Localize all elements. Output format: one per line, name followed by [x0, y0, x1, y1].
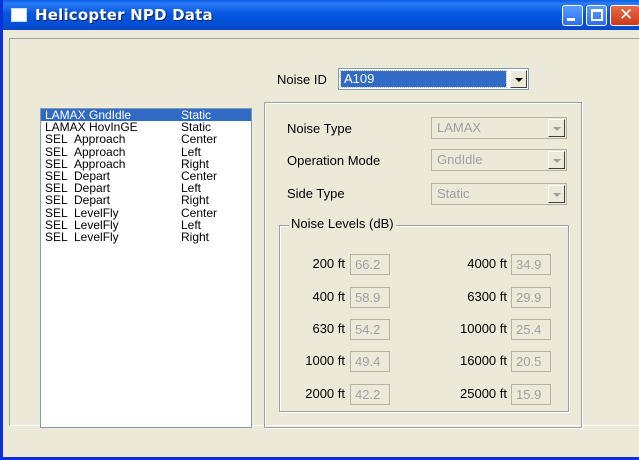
list-item-operation: LevelFly	[74, 229, 119, 244]
noise-level-field[interactable]: 20.5	[511, 351, 551, 372]
list-item-side: Left	[181, 217, 202, 232]
list-item-side: Center	[181, 132, 218, 147]
list-item-metric: SEL	[45, 229, 68, 244]
noise-id-dropdown[interactable]: A109	[338, 68, 529, 90]
list-item[interactable]: SEL Approach Left	[41, 146, 251, 158]
list-item-metric: SEL	[45, 217, 68, 232]
window-title: Helicopter NPD Data	[35, 6, 213, 24]
list-item-side: Static	[181, 108, 212, 122]
list-item-side: Left	[181, 181, 202, 196]
close-button[interactable]: ✕	[610, 5, 639, 26]
list-item-side: Right	[181, 156, 210, 171]
list-item[interactable]: SEL Depart Left	[41, 182, 251, 194]
minimize-button[interactable]	[562, 5, 583, 26]
minimize-icon	[567, 18, 575, 21]
npd-window: Helicopter NPD Data ✕ Noise ID A109 LAMA…	[0, 0, 639, 460]
chevron-down-icon	[548, 185, 565, 203]
maximize-button[interactable]	[586, 5, 607, 26]
list-item[interactable]: SEL Depart Center	[41, 170, 251, 182]
list-item-metric: SEL	[45, 144, 68, 159]
list-item-operation: LevelFly	[74, 217, 119, 232]
noise-level-field[interactable]: 29.9	[511, 287, 551, 308]
list-item-operation: Depart	[74, 168, 111, 183]
list-item-operation: Approach	[74, 156, 126, 171]
noise-level-field[interactable]: 15.9	[511, 384, 551, 405]
list-item-metric: SEL	[45, 181, 68, 196]
title-bar[interactable]: Helicopter NPD Data ✕	[3, 0, 639, 30]
noise-type-value: LAMAX	[437, 120, 482, 135]
chevron-down-icon[interactable]	[510, 70, 527, 88]
list-item-metric: SEL	[45, 205, 68, 220]
side-type-value: Static	[437, 186, 470, 201]
distance-label: 16000 ft	[460, 353, 507, 368]
distance-label: 10000 ft	[460, 321, 507, 336]
list-item-side: Left	[181, 144, 202, 159]
list-item[interactable]: SEL LevelFly Center	[41, 207, 251, 219]
distance-label: 400 ft	[312, 289, 345, 304]
list-item[interactable]: LAMAX HovInGE Static	[41, 121, 251, 133]
list-item-operation: GndIdle	[89, 108, 132, 122]
distance-label: 6300 ft	[467, 289, 507, 304]
list-item-metric: LAMAX	[45, 108, 86, 122]
noise-level-field[interactable]: 34.9	[511, 254, 551, 275]
operation-mode-value: GndIdle	[437, 152, 483, 167]
chevron-down-icon	[548, 151, 565, 169]
list-item-metric: LAMAX	[45, 120, 86, 135]
list-item-side: Center	[181, 168, 218, 183]
list-item-operation: HovInGE	[89, 120, 138, 135]
list-item-metric: SEL	[45, 168, 68, 183]
operation-mode-label: Operation Mode	[287, 153, 381, 168]
noise-level-field[interactable]: 49.4	[350, 351, 390, 372]
distance-label: 2000 ft	[305, 386, 345, 401]
list-item[interactable]: SEL LevelFly Left	[41, 219, 251, 231]
list-item[interactable]: SEL Approach Right	[41, 158, 251, 170]
distance-label: 4000 ft	[467, 256, 507, 271]
operation-mode-dropdown[interactable]: GndIdle	[431, 149, 567, 171]
distance-label: 1000 ft	[305, 353, 345, 368]
noise-id-label: Noise ID	[277, 72, 327, 87]
noise-id-value: A109	[340, 70, 507, 88]
list-item-side: Right	[181, 229, 210, 244]
list-item-metric: SEL	[45, 193, 68, 208]
list-item-side: Right	[181, 193, 210, 208]
list-item-metric: SEL	[45, 132, 68, 147]
app-window-icon	[11, 8, 27, 22]
distance-label: 200 ft	[312, 256, 345, 271]
side-type-label: Side Type	[287, 186, 345, 201]
chevron-down-icon	[548, 119, 565, 137]
list-item[interactable]: SEL Depart Right	[41, 194, 251, 206]
noise-levels-title: Noise Levels (dB)	[289, 216, 396, 231]
maximize-icon	[591, 9, 603, 21]
noise-level-field[interactable]: 54.2	[350, 319, 390, 340]
noise-level-field[interactable]: 25.4	[511, 319, 551, 340]
noise-type-label: Noise Type	[287, 121, 352, 136]
noise-level-field[interactable]: 42.2	[350, 384, 390, 405]
list-item[interactable]: SEL Approach Center	[41, 133, 251, 145]
close-icon: ✕	[619, 5, 634, 25]
list-item-metric: SEL	[45, 156, 68, 171]
noise-level-field[interactable]: 66.2	[350, 254, 390, 275]
list-item-operation: LevelFly	[74, 205, 119, 220]
list-item[interactable]: SEL LevelFly Right	[41, 231, 251, 243]
side-type-dropdown[interactable]: Static	[431, 183, 567, 205]
distance-label: 25000 ft	[460, 386, 507, 401]
list-item-side: Center	[181, 205, 218, 220]
noise-curve-list[interactable]: LAMAX GndIdle Static LAMAX HovInGE Static SEL A…	[40, 108, 252, 428]
distance-label: 630 ft	[312, 321, 345, 336]
noise-level-field[interactable]: 58.9	[350, 287, 390, 308]
list-item-operation: Depart	[74, 181, 111, 196]
noise-type-dropdown[interactable]: LAMAX	[431, 117, 567, 139]
list-item-operation: Approach	[74, 144, 126, 159]
list-item-operation: Approach	[74, 132, 126, 147]
list-item-operation: Depart	[74, 193, 111, 208]
list-item-side: Static	[181, 120, 212, 135]
